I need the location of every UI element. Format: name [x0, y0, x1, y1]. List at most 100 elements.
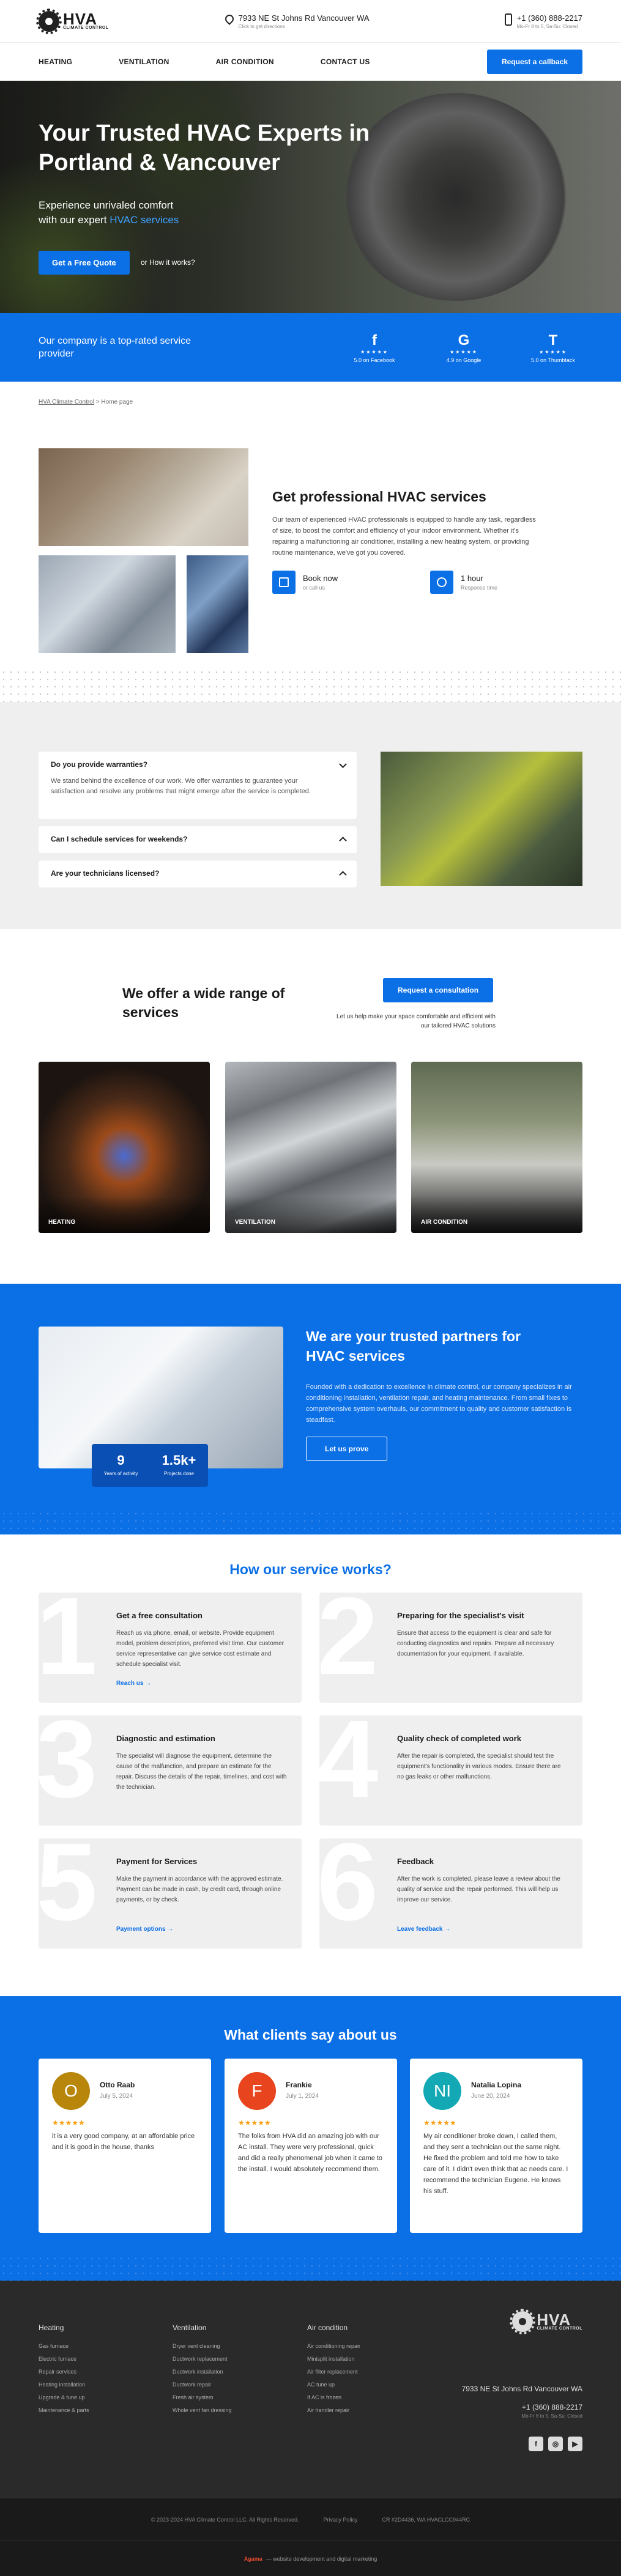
breadcrumb-home[interactable]: HVA Climate Control [39, 399, 94, 405]
rating-band: Our company is a top-rated service provi… [0, 313, 621, 382]
footer-link[interactable]: Minisplit installation [307, 2356, 360, 2362]
facebook-icon[interactable]: f [529, 2437, 543, 2451]
rating-google[interactable]: G ★★★★★ 4.9 on Google [434, 332, 493, 363]
footer-link[interactable]: Ductwork repair [173, 2382, 232, 2388]
footer-phone[interactable]: +1 (360) 888-2217 Mo-Fr 8 to 5, Sa-Su: C… [521, 2403, 582, 2419]
pro-section: Get professional HVAC services Our team … [0, 405, 621, 653]
step-number: 3 [39, 1715, 98, 1821]
footer-link[interactable]: Air handler repair [307, 2407, 360, 2413]
rating-facebook[interactable]: f ★★★★★ 5.0 on Facebook [345, 332, 404, 363]
trusted-title: We are your trusted partners for HVAC se… [306, 1328, 521, 1364]
service-card-ventilation[interactable]: VENTILATION [225, 1062, 396, 1233]
step-number: 4 [319, 1715, 379, 1821]
dotted-divider [0, 2255, 621, 2281]
footer-link[interactable]: Gas furnace [39, 2343, 89, 2349]
nav-contact-us[interactable]: CONTACT US [321, 57, 370, 66]
footer-link[interactable]: Ductwork installation [173, 2369, 232, 2375]
review-stars: ★★★★★ [238, 2119, 271, 2127]
step-text: Make the payment in accordance with the … [116, 1876, 283, 1903]
footer-link[interactable]: Air conditioning repair [307, 2343, 360, 2349]
rating-thumbtack[interactable]: T ★★★★★ 5.0 on Thumbtack [524, 332, 582, 363]
footer-phone-number: +1 (360) 888-2217 [521, 2403, 582, 2411]
footer-col-heating: Heating Gas furnace Electric furnace Rep… [39, 2323, 89, 2420]
instagram-icon[interactable]: ◎ [548, 2437, 563, 2451]
step-number: 1 [39, 1593, 98, 1698]
step-text: After the work is completed, please leav… [397, 1876, 560, 1903]
service-card-air-condition[interactable]: AIR CONDITION [411, 1062, 582, 1233]
thumbtack-icon: T [548, 331, 558, 349]
footer-link[interactable]: If AC is frozen [307, 2394, 360, 2400]
privacy-policy-link[interactable]: Privacy Policy [324, 2517, 358, 2523]
faq-question: Can I schedule services for weekends? [51, 835, 188, 843]
nav-heating[interactable]: HEATING [39, 57, 72, 66]
step-card: 5 Payment for Services Make the payment … [39, 1838, 302, 1949]
free-quote-button[interactable]: Get a Free Quote [39, 251, 130, 275]
faq-item[interactable]: Can I schedule services for weekends? [39, 826, 357, 853]
footer-link[interactable]: AC tune up [307, 2382, 360, 2388]
reviewer-name: Natalia Lopina [471, 2081, 522, 2089]
footer-link[interactable]: Whole vent fan dressing [173, 2407, 232, 2413]
review-card: F Frankie July 1, 2024 ★★★★★ The folks f… [225, 2059, 397, 2233]
footer-link[interactable]: Heating installation [39, 2382, 89, 2388]
book-now-feature[interactable]: Book now or call us [272, 571, 338, 594]
footer-col-title: Air condition [307, 2323, 348, 2332]
breadcrumb: HVA Climate Control > Home page [0, 382, 621, 405]
agency-logo[interactable]: Agama [244, 2556, 262, 2562]
footer-col-air-condition: Air condition Air conditioning repair Mi… [307, 2323, 360, 2420]
logo-subtitle: CLIMATE CONTROL [537, 2326, 582, 2331]
hero-lead-line1: Experience unrivaled comfort [39, 199, 174, 211]
nav-ventilation[interactable]: VENTILATION [119, 57, 169, 66]
how-section: How our service works? 1 Get a free cons… [0, 1534, 621, 1996]
payment-options-link[interactable]: Payment options → [116, 1926, 173, 1933]
footer-col-title: Ventilation [173, 2323, 207, 2332]
footer-link[interactable]: Upgrade & tune up [39, 2394, 89, 2400]
footer-link[interactable]: Air filter replacement [307, 2369, 360, 2375]
footer-link[interactable]: Fresh air system [173, 2394, 232, 2400]
header-address[interactable]: 7933 NE St Johns Rd Vancouver WA Click t… [223, 12, 370, 29]
reviews-section: What clients say about us O Otto Raab Ju… [0, 1996, 621, 2281]
copyright: © 2023-2024 HVA Climate Control LLC. All… [151, 2516, 299, 2523]
service-label: AIR CONDITION [421, 1219, 468, 1226]
location-pin-icon [223, 12, 236, 25]
youtube-icon[interactable]: ▶ [568, 2437, 582, 2451]
footer-logo[interactable]: HVA CLIMATE CONTROL [510, 2309, 582, 2334]
let-us-prove-button[interactable]: Let us prove [306, 1437, 388, 1461]
facebook-icon: f [372, 331, 377, 349]
faq-item[interactable]: Are your technicians licensed? [39, 861, 357, 887]
address-sub: Click to get directions [238, 23, 285, 29]
rating-stars: ★★★★★ [360, 349, 389, 355]
pro-title: Get professional HVAC services [272, 489, 486, 505]
step-number: 6 [319, 1838, 379, 1944]
request-consultation-button[interactable]: Request a consultation [383, 978, 494, 1002]
footer-link[interactable]: Dryer vent cleaning [173, 2343, 232, 2349]
request-callback-button[interactable]: Request a callback [486, 50, 582, 74]
hero-foliage-image [0, 81, 257, 313]
faq-item-open[interactable]: Do you provide warranties? We stand behi… [39, 752, 357, 819]
rating-title: Our company is a top-rated service provi… [39, 336, 191, 359]
footer-link[interactable]: Repair services [39, 2369, 89, 2375]
logo[interactable]: HVA CLIMATE CONTROL [36, 8, 109, 34]
header-phone[interactable]: +1 (360) 888-2217 Mo-Fr 8 to 5, Sa-Su: C… [504, 13, 582, 29]
faq-answer: We stand behind the excellence of our wo… [51, 777, 311, 795]
how-it-works-link[interactable]: or How it works? [141, 258, 195, 267]
review-text: it is a very good company, at an afforda… [52, 2133, 195, 2151]
logo-title: HVA [63, 10, 97, 28]
footer-link[interactable]: Maintenance & parts [39, 2407, 89, 2413]
step-card: 1 Get a free consultation Reach us via p… [39, 1593, 302, 1703]
service-card-heating[interactable]: HEATING [39, 1062, 210, 1233]
reach-us-link[interactable]: Reach us → [116, 1680, 151, 1687]
phone-number: +1 (360) 888-2217 [516, 13, 582, 23]
footer-address[interactable]: 7933 NE St Johns Rd Vancouver WA [462, 2385, 582, 2393]
review-date: July 5, 2024 [100, 2093, 133, 2100]
logo-subtitle: CLIMATE CONTROL [63, 26, 109, 30]
how-title: How our service works? [229, 1561, 392, 1577]
reviewer-name: Frankie [286, 2081, 312, 2089]
leave-feedback-link[interactable]: Leave feedback → [397, 1926, 450, 1933]
nav-air-condition[interactable]: AIR CONDITION [216, 57, 274, 66]
faq-section: Do you provide warranties? We stand behi… [0, 703, 621, 929]
avatar: O [52, 2072, 90, 2110]
step-number: 2 [319, 1593, 379, 1698]
footer-link[interactable]: Ductwork replacement [173, 2356, 232, 2362]
footer-link[interactable]: Electric furnace [39, 2356, 89, 2362]
review-text: The folks from HVA did an amazing job wi… [238, 2133, 383, 2173]
